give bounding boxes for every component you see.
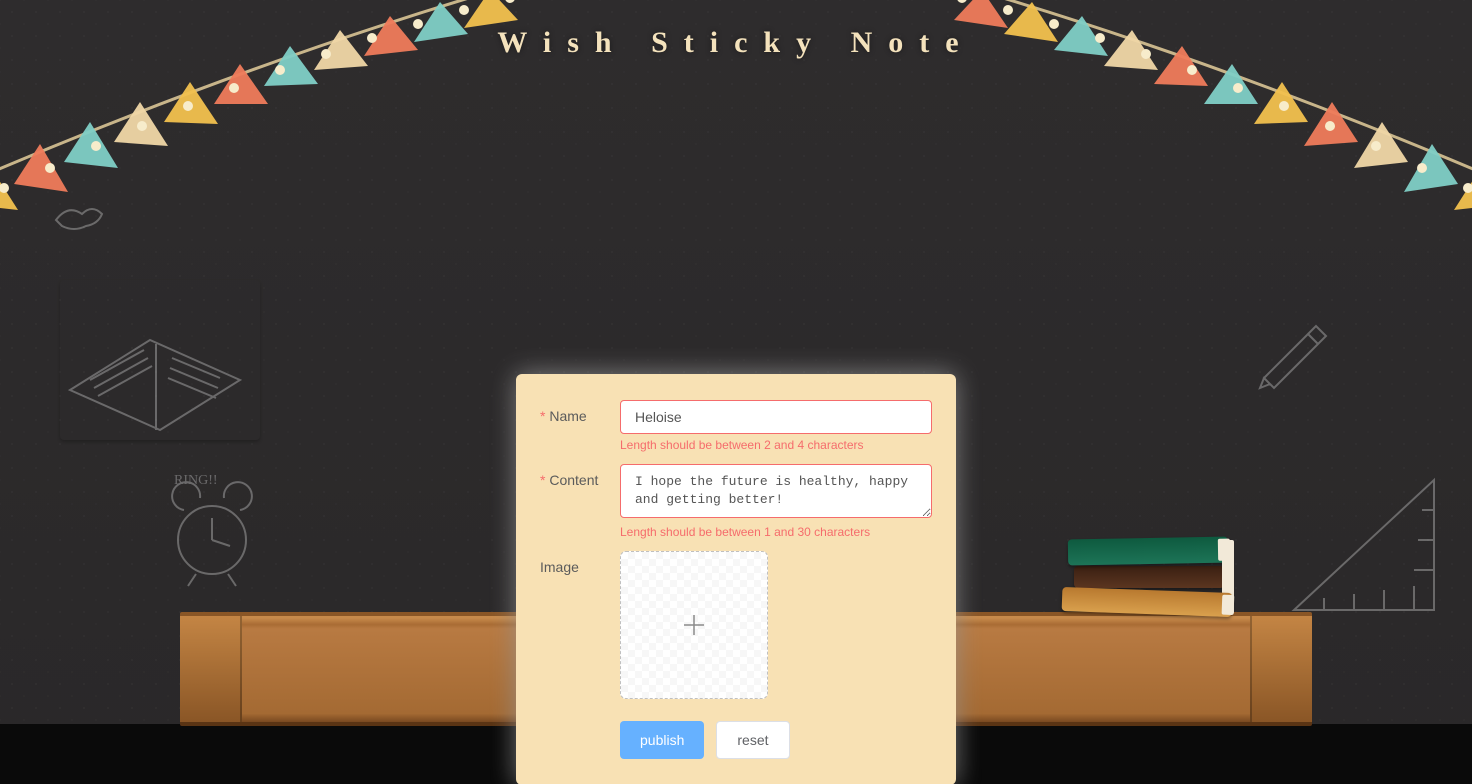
name-label: Name bbox=[540, 400, 620, 424]
content-error: Length should be between 1 and 30 charac… bbox=[620, 525, 932, 539]
name-error: Length should be between 2 and 4 charact… bbox=[620, 438, 932, 452]
content-textarea[interactable] bbox=[620, 464, 932, 518]
reset-button[interactable]: reset bbox=[716, 721, 789, 759]
wish-form-card: Name Length should be between 2 and 4 ch… bbox=[516, 374, 956, 784]
plus-icon bbox=[681, 612, 707, 638]
chalk-clock-icon: RING!! bbox=[160, 470, 265, 590]
chalk-triangle-ruler-icon bbox=[1284, 470, 1444, 620]
content-label: Content bbox=[540, 464, 620, 488]
name-input[interactable] bbox=[620, 400, 932, 434]
image-uploader[interactable] bbox=[620, 551, 768, 699]
chalk-bird-icon bbox=[52, 200, 106, 234]
chalk-book-icon bbox=[60, 280, 260, 440]
page-title: Wish Sticky Note bbox=[0, 26, 1472, 60]
chalk-pencil-icon bbox=[1252, 310, 1332, 390]
book-stack bbox=[1062, 538, 1232, 616]
publish-button[interactable]: publish bbox=[620, 721, 704, 759]
image-label: Image bbox=[540, 551, 620, 575]
